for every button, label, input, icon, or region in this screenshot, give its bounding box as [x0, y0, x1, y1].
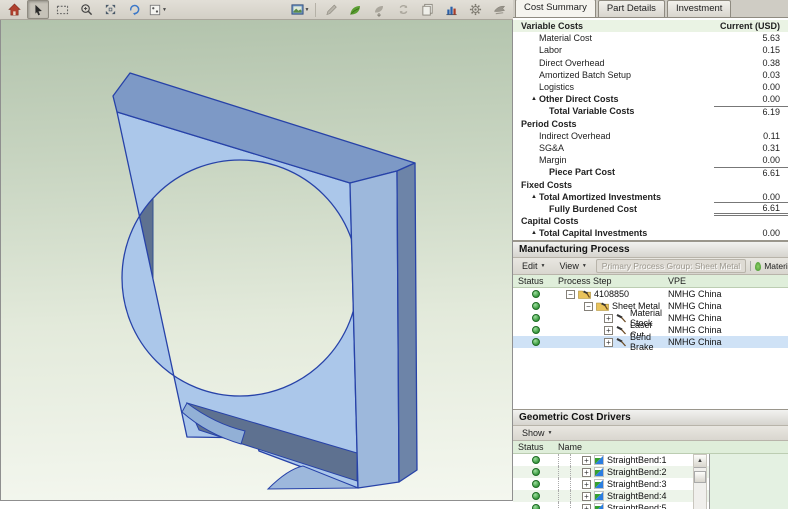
- publish-icon[interactable]: [368, 0, 390, 19]
- aprioricost-app: { "icons": { "dropdown": "▼", "collapse"…: [0, 0, 788, 509]
- straight-bend-icon: [594, 503, 604, 509]
- cost-row: Material Cost 5.63: [513, 32, 788, 44]
- status-ok-icon: [532, 468, 540, 476]
- expand-node-icon[interactable]: +: [604, 338, 613, 347]
- view-mode-icon[interactable]: ▼: [147, 0, 169, 19]
- material-label: Material: Steel- HR- 1: [750, 261, 788, 271]
- cost-icon[interactable]: [344, 0, 366, 19]
- straight-bend-icon: [594, 491, 604, 501]
- panel-title: Geometric Cost Drivers: [513, 409, 788, 426]
- tab-bar: Cost Summary Part Details Investment: [513, 0, 788, 18]
- cost-row: Amortized Batch Setup 0.03: [513, 69, 788, 81]
- manufacturing-toolbar: Edit▼ View▼ Primary Process Group: Sheet…: [513, 258, 788, 275]
- edit-menu[interactable]: Edit▼: [517, 260, 550, 272]
- gcd-scrollbar[interactable]: ▲: [693, 454, 707, 509]
- status-ok-icon: [532, 456, 540, 464]
- chevron-down-icon: ▼: [582, 263, 587, 269]
- snapshot-icon[interactable]: ▼: [289, 0, 311, 19]
- cost-header-row: Variable Costs Current (USD): [513, 20, 788, 32]
- cost-row-collapsible: ▲Total Capital Investments 0.00: [513, 227, 788, 239]
- chart-icon[interactable]: [440, 0, 462, 19]
- cost-row: Direct Overhead 0.38: [513, 57, 788, 69]
- chevron-down-icon: ▼: [548, 430, 553, 436]
- select-cursor-icon[interactable]: [27, 0, 49, 19]
- 3d-viewport[interactable]: [0, 20, 513, 501]
- fit-view-icon[interactable]: [99, 0, 121, 19]
- expand-node-icon[interactable]: +: [582, 468, 591, 477]
- chevron-down-icon: ▼: [305, 7, 310, 13]
- process-group-icon: [578, 289, 591, 299]
- collapse-icon[interactable]: ▲: [531, 230, 537, 236]
- cost-row: Logistics 0.00: [513, 81, 788, 93]
- cost-section-row: Capital Costs: [513, 215, 788, 227]
- section-label: Variable Costs: [521, 21, 583, 31]
- straight-bend-icon: [594, 479, 604, 489]
- cost-total-row: Piece Part Cost 6.61: [513, 166, 788, 178]
- primary-process-group-button[interactable]: Primary Process Group: Sheet Metal: [596, 259, 746, 273]
- chevron-down-icon: ▼: [541, 263, 546, 269]
- home-icon[interactable]: [3, 0, 25, 19]
- cost-section-row: Period Costs: [513, 118, 788, 130]
- gcd-tree: + StraightBend:1 + StraightBend:2: [513, 454, 788, 509]
- copy-scenario-icon[interactable]: [416, 0, 438, 19]
- currency-header: Current (USD): [714, 21, 788, 31]
- expand-node-icon[interactable]: +: [582, 456, 591, 465]
- cost-row: Indirect Overhead 0.11: [513, 130, 788, 142]
- status-ok-icon: [532, 326, 540, 334]
- expand-node-icon[interactable]: +: [582, 504, 591, 509]
- right-panel: Cost Summary Part Details Investment Var…: [513, 0, 788, 509]
- routing-icon[interactable]: [488, 0, 510, 19]
- cost-row: Labor 0.15: [513, 44, 788, 56]
- status-ok-icon: [532, 338, 540, 346]
- main-toolbar: ▼ ▼: [0, 0, 513, 20]
- settings-gear-icon[interactable]: [464, 0, 486, 19]
- status-ok-icon: [532, 504, 540, 509]
- process-table-header: Status Process Step VPE: [513, 275, 788, 288]
- status-ok-icon: [532, 480, 540, 488]
- tab-investment[interactable]: Investment: [667, 0, 731, 17]
- collapse-icon[interactable]: ▲: [531, 194, 537, 200]
- marquee-zoom-icon[interactable]: [51, 0, 73, 19]
- status-ok-icon: [532, 492, 540, 500]
- status-ok-icon: [532, 302, 540, 310]
- geometric-cost-drivers-panel: Geometric Cost Drivers Show▼ Status Name…: [513, 409, 788, 509]
- process-tree: − 4108850 NMHG China − Sheet Metal NMHG …: [513, 288, 788, 348]
- cost-row: SG&A 0.31: [513, 142, 788, 154]
- tab-part-details[interactable]: Part Details: [598, 0, 665, 17]
- panel-title: Manufacturing Process: [513, 241, 788, 258]
- straight-bend-icon: [594, 467, 604, 477]
- scroll-up-icon[interactable]: ▲: [694, 455, 706, 468]
- cost-row: Margin 0.00: [513, 154, 788, 166]
- part-model: [1, 20, 512, 499]
- straight-bend-icon: [594, 455, 604, 465]
- tab-cost-summary[interactable]: Cost Summary: [515, 0, 596, 17]
- cost-total-row: Fully Burdened Cost 6.61: [513, 203, 788, 215]
- view-menu[interactable]: View▼: [554, 260, 591, 272]
- show-menu[interactable]: Show▼: [517, 427, 557, 439]
- refresh-icon[interactable]: [392, 0, 414, 19]
- collapse-node-icon[interactable]: −: [566, 290, 575, 299]
- gcd-table-header: Status Name: [513, 441, 788, 454]
- cost-summary-table: Variable Costs Current (USD) Material Co…: [513, 18, 788, 241]
- expand-node-icon[interactable]: +: [582, 492, 591, 501]
- status-ok-icon: [532, 290, 540, 298]
- material-icon: [755, 262, 761, 271]
- zoom-icon[interactable]: [75, 0, 97, 19]
- process-row-selected[interactable]: + Bend Brake NMHG China: [513, 336, 788, 348]
- cost-row-collapsible: ▲Other Direct Costs 0.00: [513, 93, 788, 105]
- status-ok-icon: [532, 314, 540, 322]
- gcd-toolbar: Show▼: [513, 426, 788, 441]
- manufacturing-process-panel: Manufacturing Process Edit▼ View▼ Primar…: [513, 241, 788, 409]
- rotate-view-icon[interactable]: [123, 0, 145, 19]
- process-step-icon: [616, 337, 627, 347]
- expand-node-icon[interactable]: +: [582, 480, 591, 489]
- gcd-empty-area: [709, 454, 788, 509]
- collapse-icon[interactable]: ▲: [531, 96, 537, 102]
- edit-part-icon[interactable]: [320, 0, 342, 19]
- scrollbar-thumb[interactable]: [694, 471, 706, 483]
- cost-section-row: Fixed Costs: [513, 178, 788, 190]
- chevron-down-icon: ▼: [162, 7, 167, 13]
- process-row[interactable]: − 4108850 NMHG China: [513, 288, 788, 300]
- cost-total-row: Total Variable Costs 6.19: [513, 105, 788, 117]
